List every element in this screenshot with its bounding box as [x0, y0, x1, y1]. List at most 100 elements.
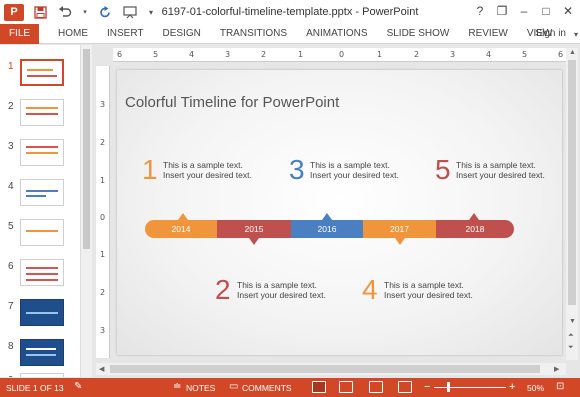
zoom-slider-thumb[interactable]: [447, 382, 450, 392]
spell-check-icon[interactable]: ✎: [74, 381, 82, 392]
title-bar: P ▾ ▾ 6197-01-colorful-timeline-template…: [0, 0, 580, 24]
tab-review[interactable]: REVIEW: [468, 28, 507, 39]
customize-qat-icon[interactable]: ▾: [147, 4, 155, 20]
timeline-segment-2014[interactable]: 2014: [145, 220, 217, 238]
zoom-slider[interactable]: [434, 387, 506, 388]
ruler-label: 1: [100, 176, 106, 185]
window-controls: ? ❐ – □ ✕: [472, 3, 576, 19]
thumbnail-scrollbar[interactable]: [80, 45, 92, 377]
ruler-label: 4: [486, 50, 492, 59]
tab-animations[interactable]: ANIMATIONS: [306, 28, 367, 39]
thumbnail-slide-2[interactable]: 2: [0, 99, 80, 129]
ruler-label: 6: [558, 50, 564, 59]
thumbnail-slide-7[interactable]: 7: [0, 299, 80, 329]
thumbnail-preview: [20, 59, 64, 86]
tab-transitions[interactable]: TRANSITIONS: [220, 28, 287, 39]
timeline-segment-2017[interactable]: 2017: [363, 220, 436, 238]
maximize-button[interactable]: □: [538, 3, 554, 19]
year-label: 2018: [465, 224, 485, 234]
event-number: 1: [142, 154, 158, 185]
thumbnail-number: 3: [8, 141, 14, 152]
ribbon-tabs: FILE HOME INSERT DESIGN TRANSITIONS ANIM…: [0, 23, 580, 44]
tab-slide-show[interactable]: SLIDE SHOW: [387, 28, 450, 39]
scroll-up-icon[interactable]: ▲: [569, 49, 576, 56]
thumbnail-slide-3[interactable]: 3: [0, 139, 80, 169]
thumbnail-slide-4[interactable]: 4: [0, 179, 80, 209]
thumbnail-slide-8[interactable]: 8: [0, 339, 80, 369]
timeline-marker-up: [469, 213, 479, 220]
zoom-in-button[interactable]: +: [509, 381, 515, 393]
timeline-marker-down: [395, 238, 405, 245]
thumbnail-slide-5[interactable]: 5: [0, 219, 80, 249]
help-icon[interactable]: ?: [472, 3, 488, 19]
quick-access-toolbar: ▾ ▾: [32, 4, 155, 20]
slide-show-icon[interactable]: [398, 381, 412, 393]
slide-sorter-icon[interactable]: [339, 381, 353, 393]
undo-icon[interactable]: [57, 4, 73, 20]
vertical-scrollbar[interactable]: ▲ ▼ ⏶ ⏷: [566, 48, 578, 360]
tab-home[interactable]: HOME: [58, 28, 88, 39]
reading-view-icon[interactable]: [369, 381, 383, 393]
scroll-down-icon[interactable]: ▼: [569, 318, 576, 325]
thumbnail-slide-6[interactable]: 6: [0, 259, 80, 289]
thumbnail-slide-9[interactable]: 9: [0, 373, 80, 377]
save-icon[interactable]: [32, 4, 48, 20]
sign-in-link[interactable]: Sign in: [535, 28, 566, 39]
next-slide-icon[interactable]: ⏷: [568, 344, 574, 352]
zoom-out-button[interactable]: −: [424, 381, 430, 393]
start-from-beginning-icon[interactable]: [122, 4, 138, 20]
horizontal-scroll-thumb[interactable]: [110, 365, 540, 373]
ribbon-display-options-icon[interactable]: ❐: [494, 3, 510, 19]
year-label: 2017: [390, 224, 409, 234]
ruler-label: 3: [100, 326, 106, 335]
timeline-segment-2015[interactable]: 2015: [217, 220, 291, 238]
normal-view-icon[interactable]: [312, 381, 326, 393]
thumbnail-preview: [20, 179, 64, 206]
status-bar: SLIDE 1 OF 13 ✎ ≐ NOTES ▭ COMMENTS − + 5…: [0, 378, 580, 397]
thumbnail-number: 6: [8, 261, 14, 272]
ruler-label: 1: [298, 50, 304, 59]
redo-icon[interactable]: [97, 4, 113, 20]
ruler-label: 0: [339, 50, 345, 59]
close-button[interactable]: ✕: [560, 3, 576, 19]
comments-button[interactable]: COMMENTS: [242, 383, 292, 393]
ruler-label: 2: [261, 50, 267, 59]
slide-canvas[interactable]: Colorful Timeline for PowerPoint 1 This …: [117, 70, 562, 355]
horizontal-ruler: 6 5 4 3 2 1 0 1 2 3 4 5 6: [113, 48, 568, 62]
ruler-label: 6: [117, 50, 123, 59]
undo-dropdown-icon[interactable]: ▾: [82, 4, 88, 20]
tab-design[interactable]: DESIGN: [163, 28, 201, 39]
timeline-segment-2018[interactable]: 2018: [436, 220, 514, 238]
ruler-label: 5: [153, 50, 159, 59]
thumbnail-number: 9: [8, 375, 14, 377]
zoom-level[interactable]: 50%: [527, 383, 544, 393]
horizontal-scrollbar[interactable]: ◀ ▶: [96, 363, 566, 375]
thumbnail-scroll-thumb[interactable]: [83, 49, 90, 249]
event-text-line1: This is a sample text.: [163, 160, 243, 170]
event-text-line1: This is a sample text.: [310, 160, 390, 170]
thumbnail-slide-1[interactable]: 1: [0, 59, 80, 89]
ruler-label: 1: [377, 50, 383, 59]
event-text-line1: This is a sample text.: [456, 160, 536, 170]
event-number: 5: [435, 154, 451, 185]
minimize-button[interactable]: –: [516, 3, 532, 19]
timeline-marker-down: [249, 238, 259, 245]
collapse-ribbon-icon[interactable]: ▾: [574, 30, 578, 39]
timeline-marker-up: [178, 213, 188, 220]
fit-slide-icon[interactable]: ⊡: [556, 381, 564, 392]
vertical-scroll-thumb[interactable]: [568, 60, 576, 305]
ruler-label: 2: [414, 50, 420, 59]
ruler-label: 4: [189, 50, 195, 59]
slide-title[interactable]: Colorful Timeline for PowerPoint: [125, 94, 339, 111]
event-text-line2: Insert your desired text.: [163, 170, 252, 180]
notes-button[interactable]: NOTES: [186, 383, 215, 393]
scroll-left-icon[interactable]: ◀: [99, 365, 104, 373]
tab-insert[interactable]: INSERT: [107, 28, 144, 39]
powerpoint-logo-icon: P: [4, 3, 24, 21]
timeline-segment-2016[interactable]: 2016: [291, 220, 363, 238]
previous-slide-icon[interactable]: ⏶: [568, 332, 574, 340]
scroll-right-icon[interactable]: ▶: [554, 365, 559, 373]
event-text-line2: Insert your desired text.: [310, 170, 399, 180]
thumbnail-number: 1: [8, 61, 14, 72]
tab-file[interactable]: FILE: [0, 23, 39, 44]
